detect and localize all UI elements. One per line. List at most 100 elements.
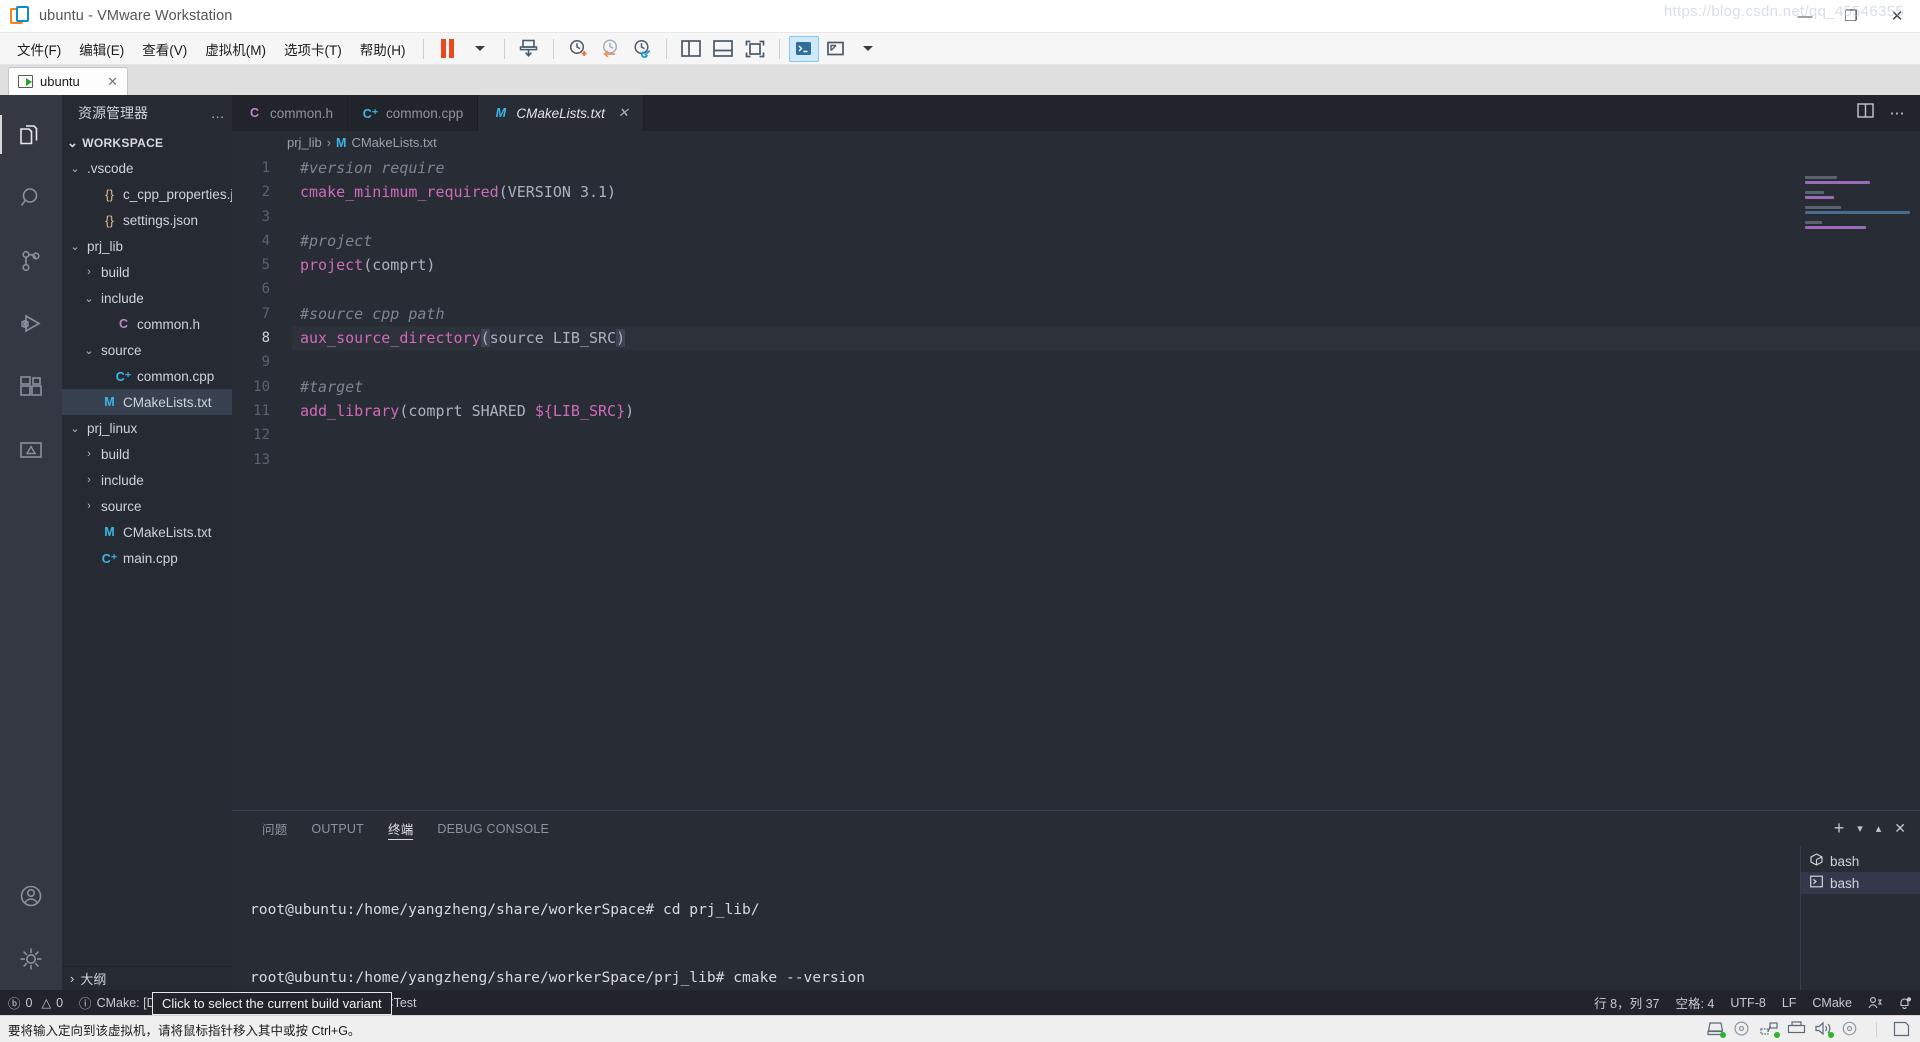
breadcrumb-folder[interactable]: prj_lib	[287, 135, 322, 150]
workspace-label: WORKSPACE	[82, 136, 164, 150]
chevron-right-icon[interactable]: ›	[82, 266, 96, 278]
network-icon[interactable]	[1760, 1021, 1780, 1038]
chevron-down-icon[interactable]: ⌄	[68, 422, 82, 435]
chevron-down-icon[interactable]: ⌄	[68, 162, 82, 175]
status-encoding[interactable]: UTF-8	[1722, 990, 1773, 1015]
activity-search[interactable]	[0, 166, 62, 229]
chevron-down-icon[interactable]: ⌄	[82, 344, 96, 357]
activity-cmake-tools[interactable]	[0, 418, 62, 481]
panel-tab-problems[interactable]: 问题	[250, 811, 299, 846]
tree-item-prj-linux[interactable]: ⌄ prj_linux	[62, 415, 232, 441]
tree-item-build[interactable]: › build	[62, 259, 232, 285]
panel-tab-output[interactable]: OUTPUT	[299, 811, 376, 846]
menu-edit[interactable]: 编辑(E)	[70, 35, 133, 63]
panel-tab-terminal[interactable]: 终端	[376, 811, 425, 846]
maximize-button[interactable]: ❐	[1828, 0, 1874, 33]
chevron-right-icon[interactable]: ›	[82, 500, 96, 512]
tree-item-include[interactable]: › include	[62, 467, 232, 493]
chevron-right-icon[interactable]: ›	[82, 448, 96, 460]
tree-item-c-cpp-properties-json[interactable]: {} c_cpp_properties.json	[62, 181, 232, 207]
close-icon[interactable]: ✕	[618, 105, 629, 121]
chevron-down-icon[interactable]: ⌄	[82, 292, 96, 305]
editor-tab-label: common.cpp	[386, 105, 464, 121]
fullscreen-icon[interactable]	[740, 36, 770, 62]
send-ctrl-alt-del-icon[interactable]	[514, 36, 544, 62]
status-eol[interactable]: LF	[1774, 990, 1805, 1015]
tree-item-cmakelists-txt[interactable]: M CMakeLists.txt	[62, 519, 232, 545]
terminal-list-item[interactable]: bash	[1801, 872, 1920, 894]
tree-item-source[interactable]: ⌄ source	[62, 337, 232, 363]
tree-item-source[interactable]: › source	[62, 493, 232, 519]
activity-explorer[interactable]	[0, 103, 62, 166]
vm-tab-ubuntu[interactable]: ubuntu ✕	[8, 67, 128, 95]
outline-section[interactable]: › 大纲	[62, 966, 232, 990]
tree-item-main-cpp[interactable]: C⁺ main.cpp	[62, 545, 232, 571]
sound-icon[interactable]	[1814, 1021, 1834, 1038]
close-button[interactable]: ✕	[1874, 0, 1920, 33]
editor-tab-common-h[interactable]: C common.h	[232, 95, 349, 131]
activity-settings[interactable]	[0, 927, 62, 990]
usb-icon[interactable]	[1841, 1021, 1860, 1037]
panel-tab-debug-console[interactable]: DEBUG CONSOLE	[425, 811, 561, 846]
status-problems[interactable]: ⓑ 0 △ 0	[0, 990, 71, 1015]
vm-device-icons	[1706, 1021, 1912, 1038]
chevron-down-icon[interactable]: ⌄	[68, 240, 82, 253]
pause-icon[interactable]	[433, 36, 463, 62]
snapshot-manager-icon[interactable]	[627, 36, 657, 62]
maximize-panel-icon[interactable]: ▴	[1876, 822, 1882, 835]
tree-item-common-h[interactable]: Ccommon.h	[62, 311, 232, 337]
tree-item-cmakelists-txt[interactable]: M CMakeLists.txt	[62, 389, 232, 415]
activity-run-debug[interactable]	[0, 292, 62, 355]
status-language-mode[interactable]: CMake	[1804, 990, 1860, 1015]
explorer-more-icon[interactable]: …	[211, 105, 226, 121]
status-notifications[interactable]	[1890, 990, 1920, 1015]
split-editor-icon[interactable]	[1856, 103, 1874, 123]
snapshot-take-icon[interactable]	[563, 36, 593, 62]
status-cursor-position[interactable]: 行 8，列 37	[1586, 990, 1667, 1015]
activity-accounts[interactable]	[0, 864, 62, 927]
tree-item-include[interactable]: ⌄ include	[62, 285, 232, 311]
unity-mode-icon[interactable]	[788, 35, 819, 62]
stretch-icon[interactable]	[821, 36, 851, 62]
dropdown-caret-icon[interactable]	[465, 36, 495, 62]
code-editor[interactable]: 1 #version require 2 cmake_minimum_required…	[232, 154, 1920, 810]
terminal-icon	[1810, 875, 1823, 891]
close-panel-icon[interactable]: ✕	[1894, 820, 1906, 837]
status-feedback[interactable]	[1860, 990, 1890, 1015]
new-terminal-icon[interactable]: +	[1834, 818, 1845, 839]
tree-item-common-cpp[interactable]: C⁺ common.cpp	[62, 363, 232, 389]
printer-icon[interactable]	[1787, 1021, 1806, 1037]
tree-item-prj-lib[interactable]: ⌄ prj_lib	[62, 233, 232, 259]
terminal-dropdown-icon[interactable]: ▾	[1857, 822, 1863, 835]
menu-tabs[interactable]: 选项卡(T)	[275, 35, 351, 63]
floppy-icon[interactable]	[1893, 1021, 1912, 1037]
show-sidebar-icon[interactable]	[676, 36, 706, 62]
vm-tab-close-icon[interactable]: ✕	[107, 74, 118, 90]
activity-extensions[interactable]	[0, 355, 62, 418]
cd-dvd-icon[interactable]	[1733, 1021, 1752, 1037]
menu-view[interactable]: 查看(V)	[133, 35, 196, 63]
minimap[interactable]	[1805, 176, 1910, 296]
status-indentation[interactable]: 空格: 4	[1667, 990, 1722, 1015]
breadcrumb-file[interactable]: CMakeLists.txt	[351, 135, 436, 150]
stretch-caret-icon[interactable]	[853, 36, 883, 62]
activity-source-control[interactable]	[0, 229, 62, 292]
hard-disk-icon[interactable]	[1706, 1021, 1726, 1038]
more-actions-icon[interactable]: ⋯	[1890, 104, 1907, 122]
chevron-right-icon[interactable]: ›	[82, 474, 96, 486]
tree-item-build[interactable]: › build	[62, 441, 232, 467]
menu-file[interactable]: 文件(F)	[8, 35, 70, 63]
editor-tab-cmakelists[interactable]: M CMakeLists.txt ✕	[478, 95, 644, 131]
workspace-section-header[interactable]: ⌄ WORKSPACE	[62, 131, 232, 155]
tree-item-settings-json[interactable]: {} settings.json	[62, 207, 232, 233]
editor-tab-common-cpp[interactable]: C⁺ common.cpp	[348, 95, 479, 131]
code-line: 4 #project	[232, 229, 1920, 253]
menu-help[interactable]: 帮助(H)	[351, 35, 415, 63]
tree-item--vscode[interactable]: ⌄ .vscode	[62, 155, 232, 181]
menu-vm[interactable]: 虚拟机(M)	[196, 35, 275, 63]
snapshot-revert-icon[interactable]	[595, 36, 625, 62]
terminal-output[interactable]: root@ubuntu:/home/yangzheng/share/worker…	[232, 846, 1800, 990]
terminal-list-item[interactable]: bash	[1801, 850, 1920, 872]
show-console-icon[interactable]	[708, 36, 738, 62]
minimize-button[interactable]: —	[1782, 0, 1828, 33]
